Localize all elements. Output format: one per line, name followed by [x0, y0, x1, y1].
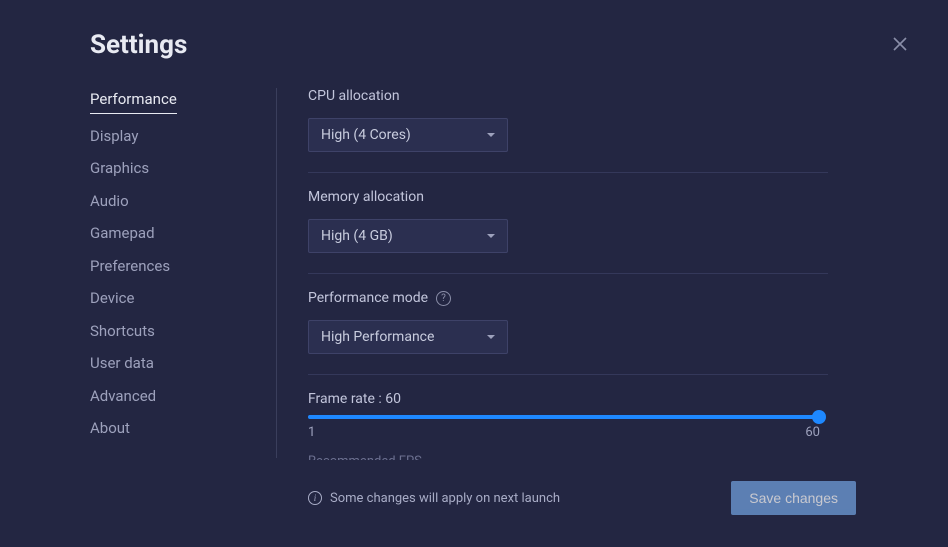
slider-max: 60	[805, 425, 820, 440]
footer: i Some changes will apply on next launch…	[308, 481, 856, 515]
sidebar-item-preferences[interactable]: Preferences	[90, 257, 260, 277]
sidebar-item-gamepad[interactable]: Gamepad	[90, 224, 260, 244]
chevron-down-icon	[487, 133, 495, 137]
save-changes-button[interactable]: Save changes	[731, 481, 856, 515]
sidebar-item-performance[interactable]: Performance	[90, 90, 177, 114]
slider-range-labels: 1 60	[308, 425, 820, 440]
sidebar-item-display[interactable]: Display	[90, 127, 260, 147]
close-icon	[892, 36, 908, 52]
help-icon[interactable]: ?	[436, 291, 451, 306]
chevron-down-icon	[487, 234, 495, 238]
performance-mode-label: Performance mode ?	[308, 290, 828, 306]
sidebar-item-about[interactable]: About	[90, 419, 260, 439]
sidebar-item-advanced[interactable]: Advanced	[90, 387, 260, 407]
footer-note-text: Some changes will apply on next launch	[330, 491, 560, 506]
cpu-allocation-label: CPU allocation	[308, 88, 828, 104]
info-icon: i	[308, 491, 322, 505]
performance-mode-section: Performance mode ? High Performance	[308, 290, 828, 375]
frame-rate-slider[interactable]	[308, 415, 820, 419]
settings-sidebar: Performance Display Graphics Audio Gamep…	[90, 90, 260, 439]
slider-fill	[308, 415, 820, 419]
cpu-allocation-value: High (4 Cores)	[321, 127, 411, 143]
frame-rate-section: Frame rate : 60 1 60 Recommended FPS Pla…	[308, 391, 828, 460]
performance-mode-value: High Performance	[321, 329, 434, 345]
cpu-allocation-dropdown[interactable]: High (4 Cores)	[308, 118, 508, 152]
memory-allocation-label: Memory allocation	[308, 189, 828, 205]
frame-rate-label: Frame rate : 60	[308, 391, 828, 407]
footer-note: i Some changes will apply on next launch	[308, 491, 560, 506]
memory-allocation-section: Memory allocation High (4 GB)	[308, 189, 828, 274]
sidebar-item-shortcuts[interactable]: Shortcuts	[90, 322, 260, 342]
cpu-allocation-section: CPU allocation High (4 Cores)	[308, 88, 828, 173]
sidebar-item-audio[interactable]: Audio	[90, 192, 260, 212]
vertical-divider	[276, 88, 277, 458]
settings-content: CPU allocation High (4 Cores) Memory all…	[308, 88, 828, 460]
chevron-down-icon	[487, 335, 495, 339]
memory-allocation-value: High (4 GB)	[321, 228, 393, 244]
fps-hint-title: Recommended FPS	[308, 454, 828, 460]
performance-mode-label-text: Performance mode	[308, 290, 428, 306]
slider-min: 1	[308, 425, 315, 440]
sidebar-item-device[interactable]: Device	[90, 289, 260, 309]
memory-allocation-dropdown[interactable]: High (4 GB)	[308, 219, 508, 253]
page-title: Settings	[90, 30, 187, 60]
performance-mode-dropdown[interactable]: High Performance	[308, 320, 508, 354]
slider-thumb[interactable]	[812, 410, 826, 424]
close-button[interactable]	[892, 36, 908, 52]
sidebar-item-graphics[interactable]: Graphics	[90, 159, 260, 179]
sidebar-item-user-data[interactable]: User data	[90, 354, 260, 374]
